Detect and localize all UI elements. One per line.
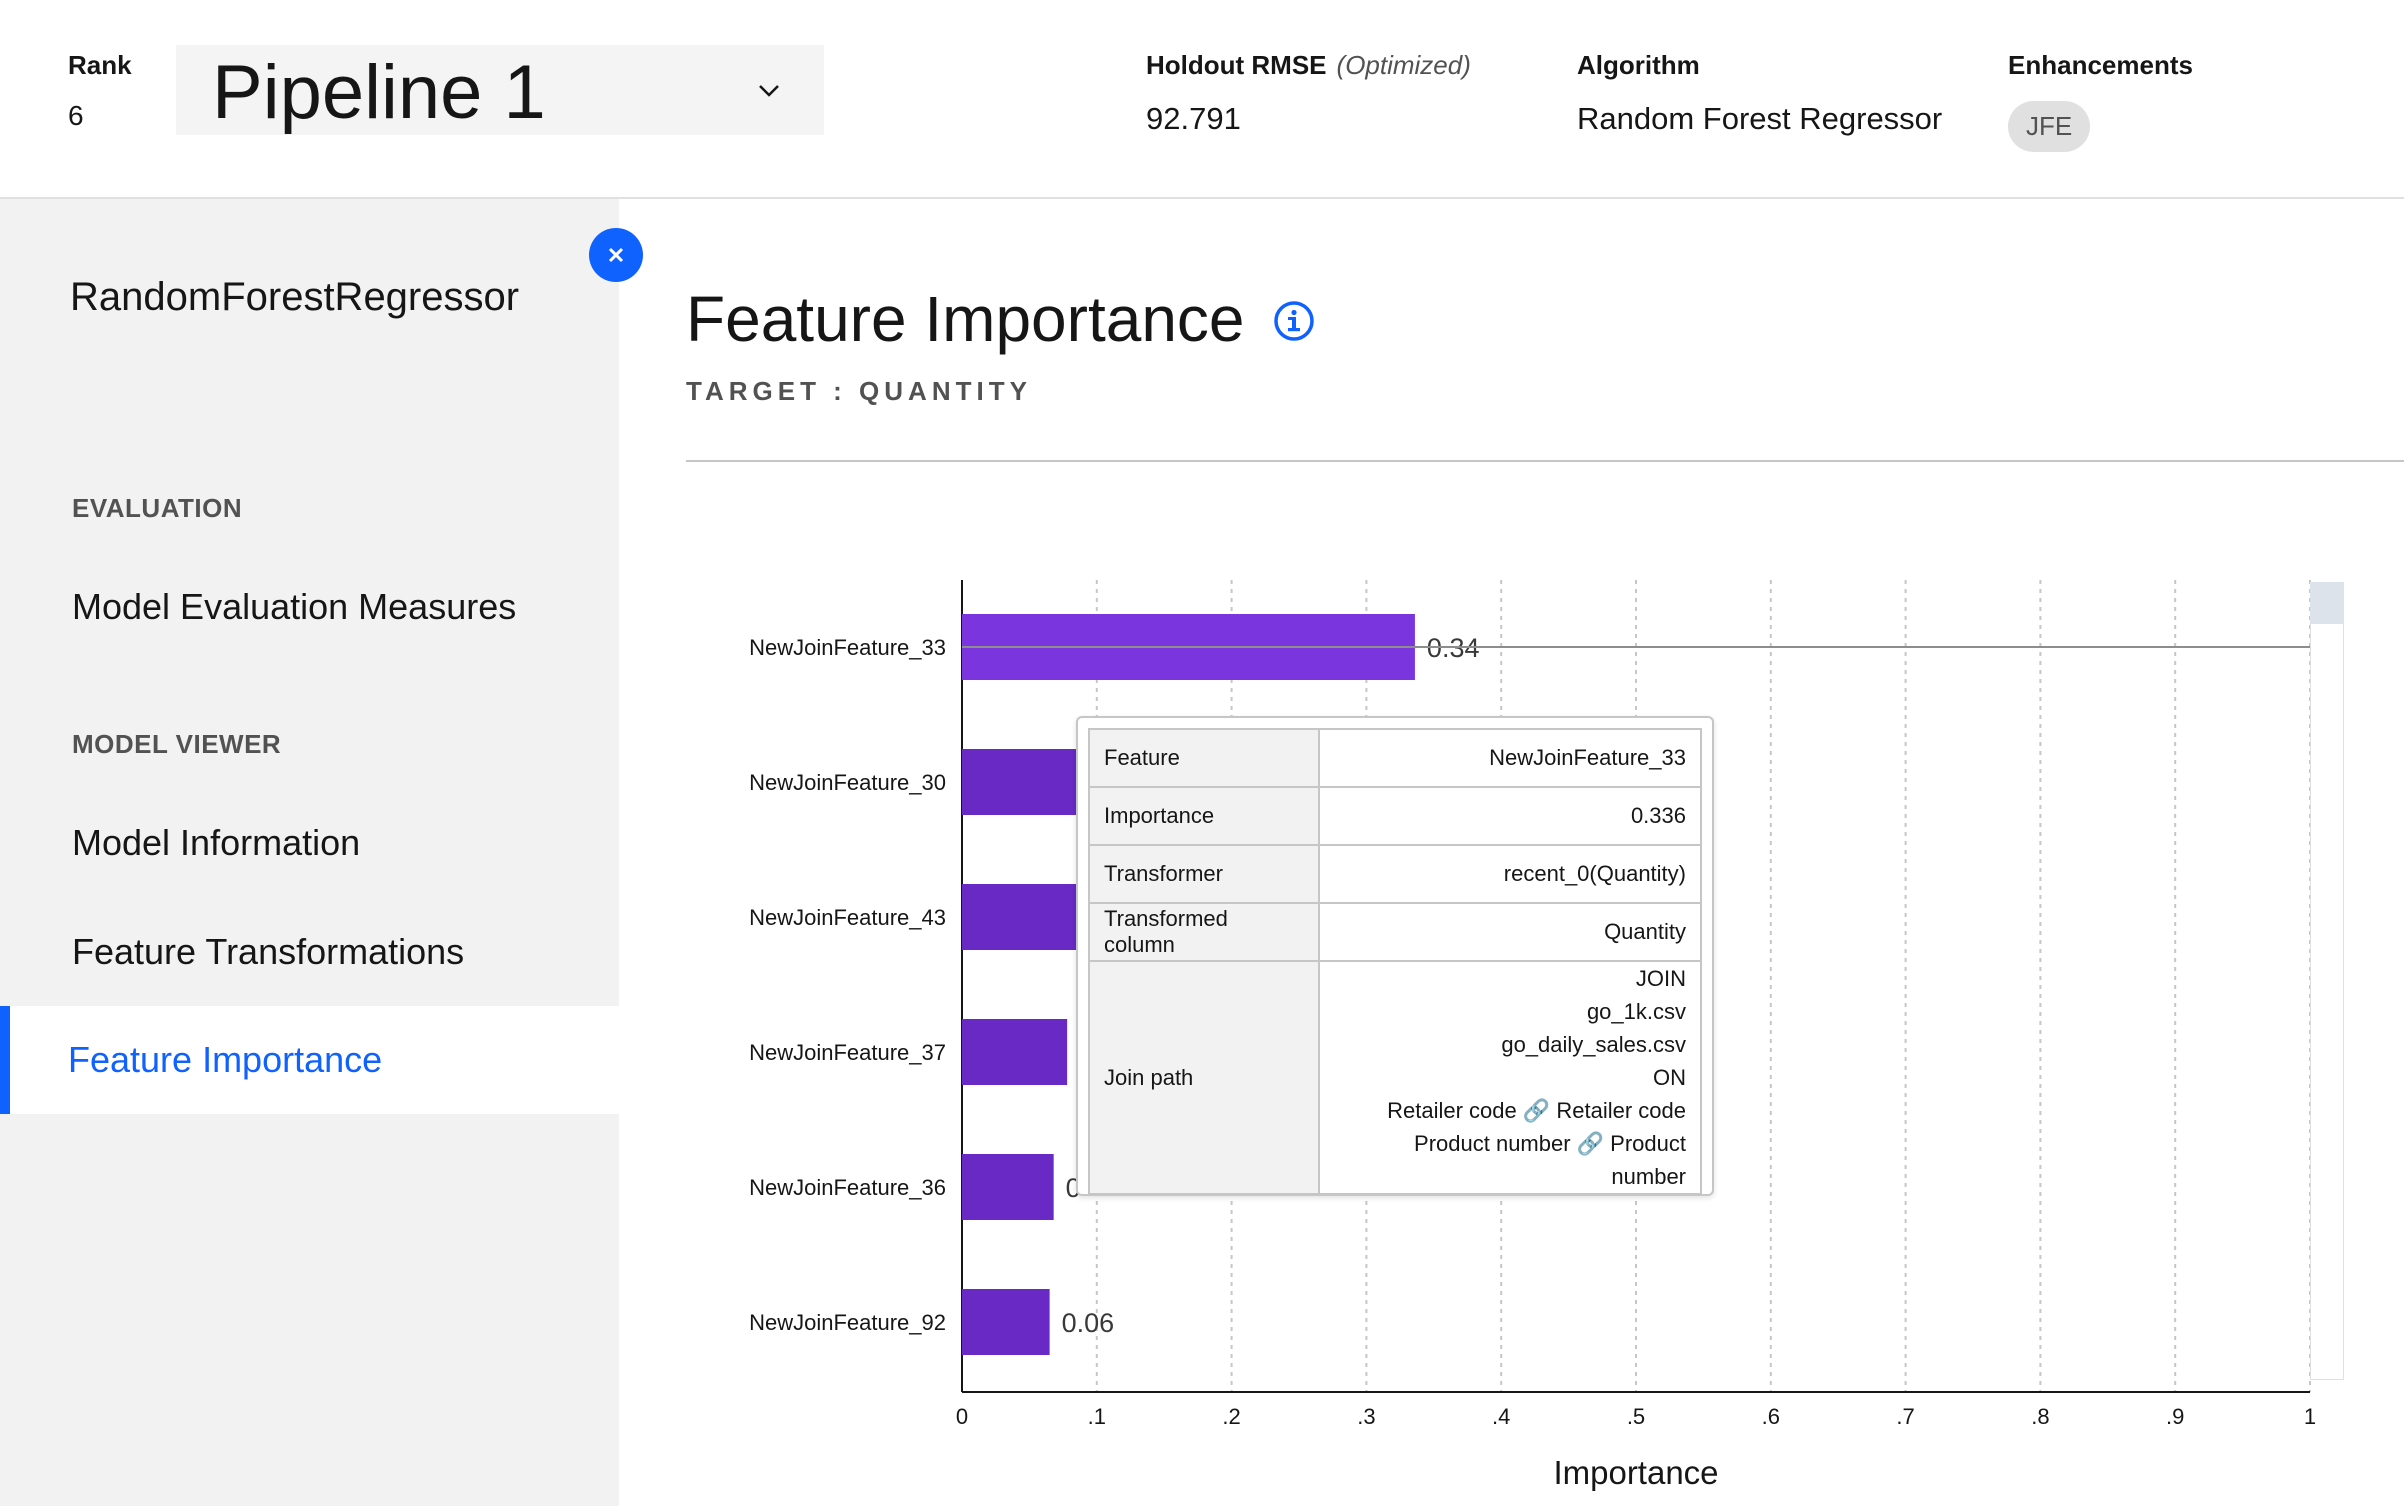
sidebar-item-model-information[interactable]: Model Information (0, 789, 619, 897)
tooltip-key: Feature (1088, 728, 1320, 788)
divider (686, 460, 2404, 462)
tooltip-value: NewJoinFeature_33 (1318, 728, 1702, 788)
tooltip-row: Transformed column Quantity (1088, 902, 1702, 962)
sidebar-title: RandomForestRegressor (70, 275, 520, 319)
data-label: 0.06 (1062, 1308, 1115, 1338)
x-tick-label: .3 (1357, 1404, 1375, 1429)
y-category-label: NewJoinFeature_30 (749, 770, 946, 795)
bar (962, 1019, 1068, 1085)
x-tick-label: .5 (1627, 1404, 1645, 1429)
sidebar-item-model-evaluation-measures[interactable]: Model Evaluation Measures (0, 553, 619, 661)
tooltip-row: Feature NewJoinFeature_33 (1088, 728, 1702, 788)
tooltip-row: Transformer recent_0(Quantity) (1088, 844, 1702, 904)
tooltip-value: Quantity (1318, 902, 1702, 962)
tooltip-join-path-value: JOIN go_1k.csv go_daily_sales.csv ON Retaile… (1318, 960, 1702, 1195)
y-category-label: NewJoinFeature_33 (749, 635, 946, 660)
sidebar-section-model-viewer: MODEL VIEWER (72, 729, 282, 759)
holdout-rmse-qualifier: (Optimized) (1336, 50, 1471, 80)
pipeline-dropdown-value: Pipeline 1 (212, 50, 546, 135)
pipeline-header: Rank 6 Pipeline 1 Holdout RMSE (Optimized… (0, 0, 2404, 199)
join-path-line: go_1k.csv (1586, 999, 1686, 1024)
tooltip-value: 0.336 (1318, 786, 1702, 846)
x-tick-label: .8 (2031, 1404, 2049, 1429)
enhancement-tag: JFE (2008, 101, 2091, 152)
holdout-rmse-value: 92.791 (1146, 101, 1241, 136)
tooltip-table: Feature NewJoinFeature_33 Importance 0.336 T… (1088, 728, 1702, 1195)
x-tick-label: .4 (1492, 1404, 1510, 1429)
close-panel-button[interactable] (589, 228, 643, 282)
sidebar-item-feature-transformations[interactable]: Feature Transformations (0, 898, 619, 1006)
x-tick-label: 0 (956, 1404, 968, 1429)
join-path-line: Retailer code 🔗 Retailer code (1387, 1098, 1686, 1123)
page-title: Feature Importance (686, 283, 1245, 355)
tooltip-key: Transformed column (1088, 902, 1320, 962)
y-category-label: NewJoinFeature_37 (749, 1040, 946, 1065)
x-tick-label: .7 (1896, 1404, 1914, 1429)
feature-tooltip: Feature NewJoinFeature_33 Importance 0.336 T… (1076, 716, 1714, 1196)
x-tick-label: .2 (1222, 1404, 1240, 1429)
x-tick-label: .9 (2166, 1404, 2184, 1429)
sidebar: RandomForestRegressor EVALUATION Model E… (0, 199, 619, 1506)
tooltip-value: recent_0(Quantity) (1318, 844, 1702, 904)
chart-scrollbar-thumb[interactable] (2310, 582, 2344, 624)
join-path-line: ON (1653, 1065, 1686, 1090)
bar (962, 1154, 1054, 1220)
tooltip-key: Importance (1088, 786, 1320, 846)
algorithm-label: Algorithm (1577, 50, 1700, 80)
x-tick-label: .1 (1088, 1404, 1106, 1429)
chevron-down-icon (759, 85, 779, 97)
sidebar-section-evaluation: EVALUATION (72, 493, 243, 523)
x-axis-title: Importance (1553, 1454, 1718, 1491)
algorithm-value: Random Forest Regressor (1577, 101, 1943, 136)
tooltip-key: Transformer (1088, 844, 1320, 904)
chart-scrollbar-track[interactable] (2310, 582, 2344, 1380)
tooltip-key: Join path (1088, 960, 1320, 1195)
join-path-line: go_daily_sales.csv (1501, 1032, 1686, 1057)
rank-label: Rank (68, 50, 132, 80)
join-path-line: JOIN (1635, 966, 1686, 991)
x-tick-label: 1 (2304, 1404, 2316, 1429)
x-tick-label: .6 (1762, 1404, 1780, 1429)
close-icon (608, 247, 624, 263)
join-path-line: Product number 🔗 Product number (1414, 1131, 1686, 1189)
enhancements-label: Enhancements (2008, 50, 2193, 80)
target-label: TARGET : QUANTITY (686, 376, 1032, 406)
y-category-label: NewJoinFeature_43 (749, 905, 946, 930)
tooltip-row-join-path: Join path JOIN go_1k.csv go_daily_sales.csv… (1088, 960, 1702, 1195)
y-category-label: NewJoinFeature_92 (749, 1310, 946, 1335)
tooltip-row: Importance 0.336 (1088, 786, 1702, 846)
algorithm: Algorithm Random Forest Regressor (1577, 50, 1942, 137)
pipeline-dropdown[interactable]: Pipeline 1 (176, 45, 824, 135)
holdout-rmse: Holdout RMSE (Optimized) 92.791 (1146, 50, 1471, 137)
holdout-rmse-label: Holdout RMSE (1146, 50, 1327, 80)
enhancements: Enhancements JFE (2008, 50, 2193, 152)
rank-value: 6 (68, 100, 84, 131)
bar (962, 1289, 1050, 1355)
info-icon[interactable] (1273, 300, 1315, 342)
y-category-label: NewJoinFeature_36 (749, 1175, 946, 1200)
sidebar-item-feature-importance[interactable]: Feature Importance (0, 1006, 619, 1114)
